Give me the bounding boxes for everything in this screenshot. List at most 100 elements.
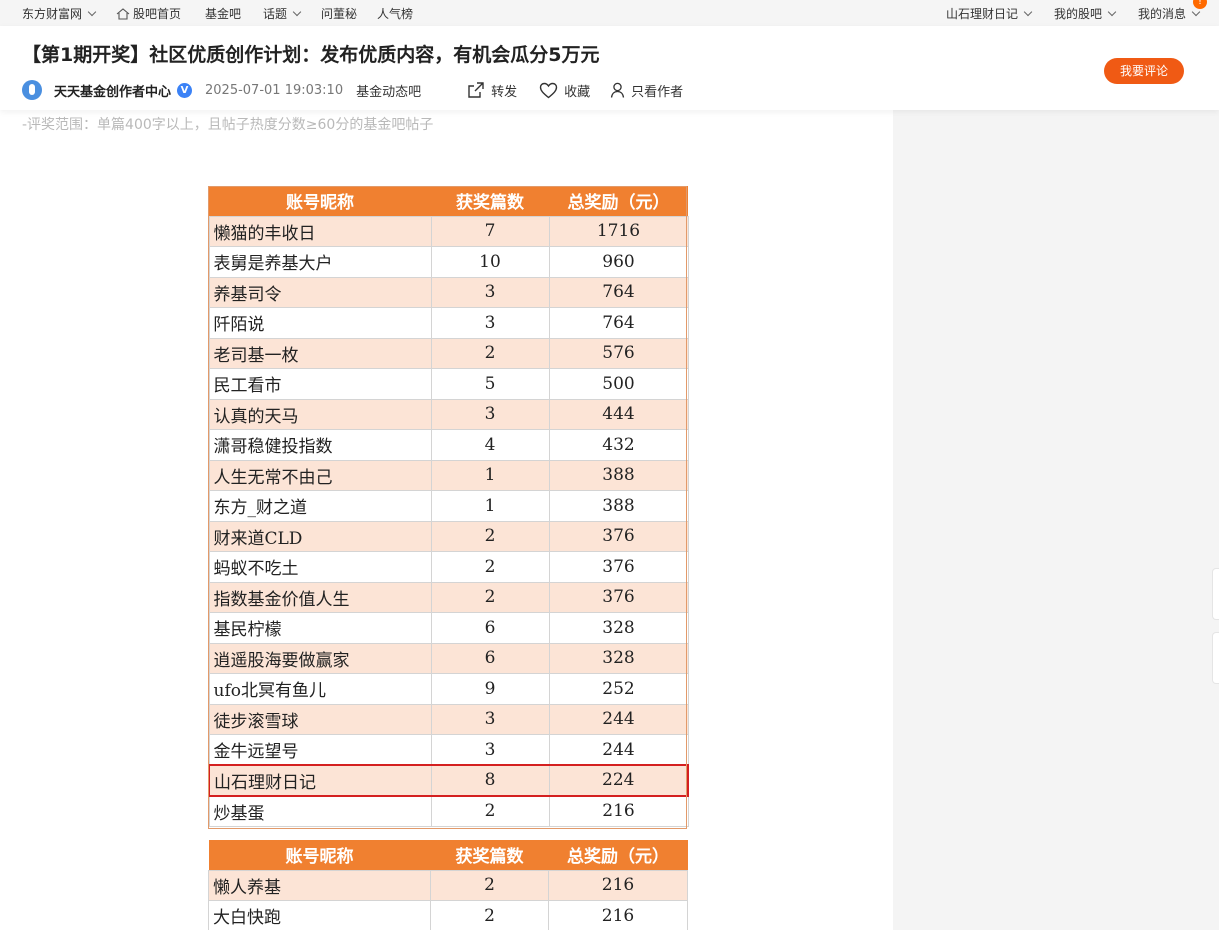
cell-name: 逍遥股海要做赢家 — [208, 642, 432, 674]
cell-name: 养基司令 — [208, 276, 432, 308]
cell-reward: 576 — [548, 337, 689, 369]
cell-count: 3 — [430, 703, 550, 735]
notification-badge: ! — [1193, 0, 1207, 9]
my-bars-menu[interactable]: 我的股吧 — [1054, 5, 1117, 22]
topics-menu[interactable]: 话题 — [263, 5, 302, 22]
cell-reward: 1716 — [548, 215, 689, 247]
cell-reward: 444 — [548, 398, 689, 430]
cell-count: 2 — [430, 581, 550, 613]
cell-count: 2 — [430, 795, 550, 827]
avatar[interactable] — [22, 80, 42, 100]
cell-name: 潇哥稳健投指数 — [208, 429, 432, 461]
col-header-reward: 总奖励（元） — [548, 840, 688, 870]
col-header-count: 获奖篇数 — [431, 186, 549, 216]
cell-reward: 376 — [548, 581, 689, 613]
col-header-name: 账号昵称 — [209, 186, 431, 216]
cell-count: 9 — [430, 673, 550, 705]
table-row: 民工看市 5 500 — [208, 368, 689, 400]
cell-name: 财来道CLD — [208, 520, 432, 552]
post-header: 【第1期开奖】社区优质创作计划：发布优质内容，有机会瓜分5万元 天天基金创作者中… — [0, 26, 1219, 110]
cell-name: 徒步滚雪球 — [208, 703, 432, 735]
cell-name: ufo北冥有鱼儿 — [208, 673, 432, 705]
author-only-button[interactable]: 只看作者 — [610, 81, 683, 100]
cell-count: 1 — [430, 490, 550, 522]
user-menu[interactable]: 山石理财日记 — [946, 5, 1033, 22]
my-bars-label: 我的股吧 — [1054, 7, 1103, 21]
author-name[interactable]: 天天基金创作者中心 — [54, 81, 171, 100]
cell-reward: 252 — [548, 673, 689, 705]
post-title: 【第1期开奖】社区优质创作计划：发布优质内容，有机会瓜分5万元 — [22, 44, 600, 66]
cell-reward: 960 — [548, 246, 689, 278]
site-menu[interactable]: 东方财富网 — [22, 5, 97, 22]
cell-reward: 328 — [548, 642, 689, 674]
cell-reward: 764 — [548, 276, 689, 308]
favorite-button[interactable]: 收藏 — [539, 81, 590, 100]
cell-count: 6 — [430, 642, 550, 674]
table-row: 养基司令 3 764 — [208, 276, 689, 308]
table-row: 懒人养基 2 216 — [208, 869, 688, 901]
cell-name: 东方_财之道 — [208, 490, 432, 522]
cell-reward: 244 — [548, 703, 689, 735]
table-row: 东方_财之道 1 388 — [208, 490, 689, 522]
cell-name: 炒基蛋 — [208, 795, 432, 827]
cell-name: 指数基金价值人生 — [208, 581, 432, 613]
my-messages-menu[interactable]: 我的消息 — [1138, 5, 1201, 22]
site-link[interactable]: 东方财富网 — [22, 5, 82, 22]
cell-count: 10 — [430, 246, 550, 278]
table-row: 基民柠檬 6 328 — [208, 612, 689, 644]
right-sidebar — [893, 110, 1219, 930]
table-row: 财来道CLD 2 376 — [208, 520, 689, 552]
cell-count: 2 — [430, 551, 550, 583]
cell-reward: 500 — [548, 368, 689, 400]
popular-label: 人气榜 — [377, 7, 414, 21]
share-icon — [468, 82, 484, 98]
topics-label: 话题 — [263, 7, 288, 21]
table-row: ufo北冥有鱼儿 9 252 — [208, 673, 689, 705]
cell-name: 蚂蚁不吃土 — [208, 551, 432, 583]
cell-reward: 216 — [548, 869, 688, 901]
cell-name: 人生无常不由己 — [208, 459, 432, 491]
cell-count: 2 — [430, 900, 549, 930]
float-tab[interactable] — [1212, 568, 1219, 620]
popular-link[interactable]: 人气榜 — [377, 5, 413, 22]
home-link[interactable]: 股吧首页 — [116, 5, 181, 22]
post-date: 2025-07-01 19:03:10 — [205, 82, 344, 98]
table-row: 认真的天马 3 444 — [208, 398, 689, 430]
cell-reward: 388 — [548, 490, 689, 522]
fund-bar-link[interactable]: 基金吧 — [205, 5, 241, 22]
cell-reward: 224 — [548, 764, 689, 797]
cell-name: 认真的天马 — [208, 398, 432, 430]
cell-reward: 376 — [548, 551, 689, 583]
user-name: 山石理财日记 — [946, 7, 1019, 21]
share-button[interactable]: 转发 — [467, 81, 517, 100]
cell-count: 7 — [430, 215, 550, 247]
cell-reward: 328 — [548, 612, 689, 644]
bar-link[interactable]: 基金动态吧 — [356, 81, 421, 100]
ask-dongmi-label: 问董秘 — [321, 7, 358, 21]
my-messages-label: 我的消息 — [1138, 7, 1187, 21]
float-tab[interactable] — [1212, 632, 1219, 684]
cell-reward: 432 — [548, 429, 689, 461]
comment-button[interactable]: 我要评论 — [1104, 58, 1184, 84]
home-label: 股吧首页 — [133, 7, 182, 21]
share-label: 转发 — [491, 84, 518, 100]
cell-count: 6 — [430, 612, 550, 644]
cell-count: 1 — [430, 459, 550, 491]
col-header-name: 账号昵称 — [208, 840, 431, 870]
cell-reward: 388 — [548, 459, 689, 491]
table-row: 炒基蛋 2 216 — [208, 795, 689, 827]
cell-reward: 216 — [548, 795, 689, 827]
home-icon — [116, 7, 130, 20]
cell-name: 懒猫的丰收日 — [208, 215, 432, 247]
cell-count: 8 — [430, 764, 550, 797]
cell-count: 2 — [430, 337, 550, 369]
cell-name: 民工看市 — [208, 368, 432, 400]
table-row: 金牛远望号 3 244 — [208, 734, 689, 766]
col-header-count: 获奖篇数 — [430, 840, 549, 870]
ask-dongmi-link[interactable]: 问董秘 — [321, 5, 357, 22]
table-row: 表舅是养基大户 10 960 — [208, 246, 689, 278]
cell-name: 大白快跑 — [208, 900, 431, 930]
table-row: 蚂蚁不吃土 2 376 — [208, 551, 689, 583]
fund-bar-label: 基金吧 — [205, 7, 242, 21]
award-table: 账号昵称 获奖篇数 总奖励（元） 懒猫的丰收日 7 1716 表舅是养基大户 10 960… — [208, 186, 689, 827]
